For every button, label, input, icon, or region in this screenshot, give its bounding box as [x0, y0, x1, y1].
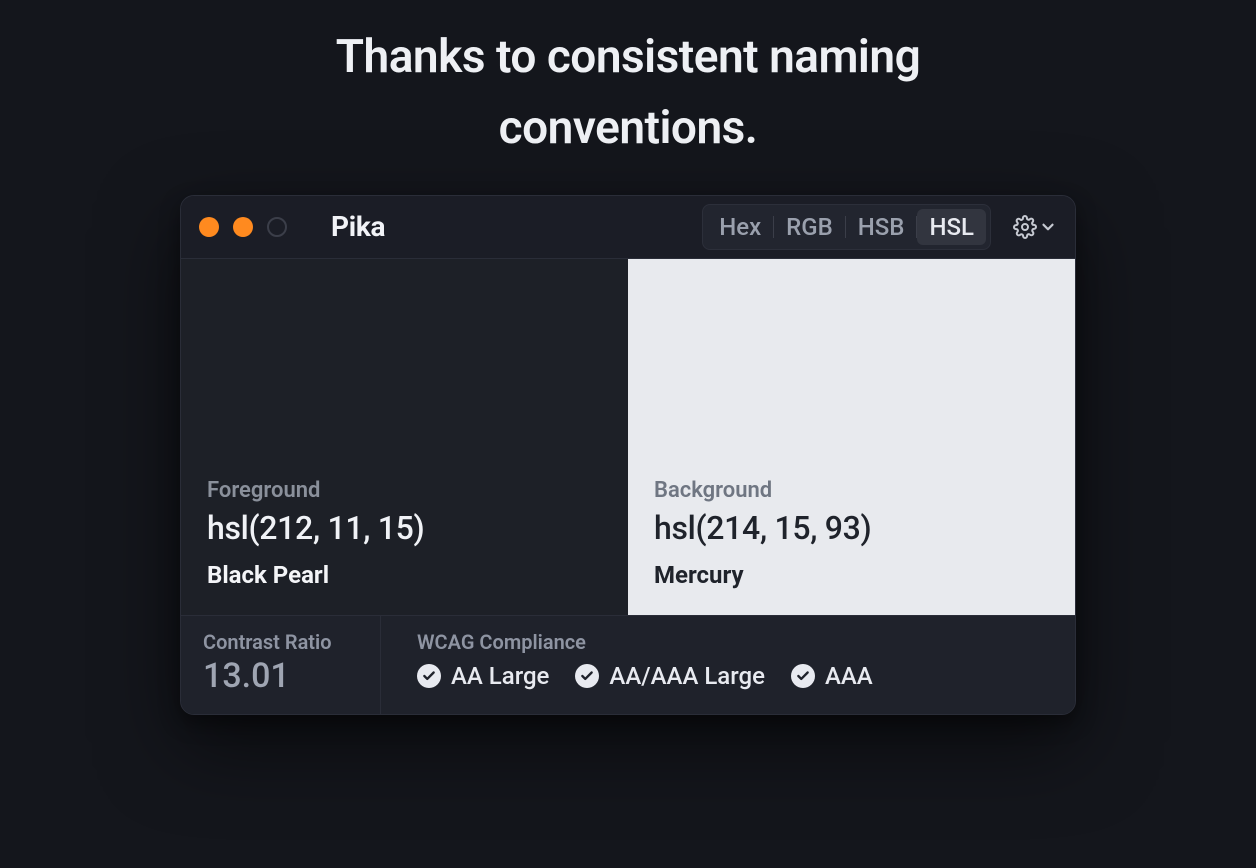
contrast-ratio-label: Contrast Ratio: [203, 630, 358, 654]
window-close-button[interactable]: [199, 217, 219, 237]
app-window: Pika Hex RGB HSB HSL: [180, 195, 1076, 715]
wcag-badge-label: AA/AAA Large: [609, 662, 765, 690]
background-swatch[interactable]: Background hsl(214, 15, 93) Mercury: [628, 259, 1075, 615]
gear-icon: [1013, 215, 1037, 239]
format-tab-hex[interactable]: Hex: [707, 209, 773, 245]
format-tab-hsb[interactable]: HSB: [846, 209, 917, 245]
wcag-badge-aa-large: AA Large: [417, 662, 549, 690]
page-root: Thanks to consistent naming conventions.…: [0, 0, 1256, 868]
foreground-color-name: Black Pearl: [207, 561, 602, 589]
contrast-ratio: Contrast Ratio 13.01: [181, 616, 381, 714]
format-tab-rgb[interactable]: RGB: [774, 209, 845, 245]
wcag-compliance: WCAG Compliance AA Large AA/AAA Large: [381, 616, 1075, 714]
wcag-badge-label: AA Large: [451, 662, 549, 690]
headline-line-2: conventions.: [336, 93, 921, 164]
check-icon: [417, 664, 441, 688]
wcag-badge-aa-aaa-large: AA/AAA Large: [575, 662, 765, 690]
wcag-badge-aaa: AAA: [791, 662, 873, 690]
background-value: hsl(214, 15, 93): [654, 509, 1049, 547]
contrast-ratio-value: 13.01: [203, 656, 358, 696]
page-headline: Thanks to consistent naming conventions.: [336, 22, 921, 165]
titlebar: Pika Hex RGB HSB HSL: [181, 196, 1075, 258]
wcag-label: WCAG Compliance: [417, 630, 1053, 654]
window-minimize-button[interactable]: [233, 217, 253, 237]
app-footer: Contrast Ratio 13.01 WCAG Compliance AA …: [181, 615, 1075, 714]
chevron-down-icon: [1039, 218, 1057, 236]
format-tab-hsl[interactable]: HSL: [917, 209, 986, 245]
background-label: Background: [654, 478, 1049, 503]
app-title: Pika: [331, 210, 385, 243]
foreground-swatch[interactable]: Foreground hsl(212, 11, 15) Black Pearl: [181, 259, 628, 615]
window-zoom-button[interactable]: [267, 217, 287, 237]
headline-line-1: Thanks to consistent naming: [336, 22, 921, 93]
format-tabs: Hex RGB HSB HSL: [702, 204, 991, 250]
background-color-name: Mercury: [654, 561, 1049, 589]
check-icon: [575, 664, 599, 688]
settings-button[interactable]: [1013, 215, 1057, 239]
check-icon: [791, 664, 815, 688]
foreground-label: Foreground: [207, 478, 602, 503]
foreground-value: hsl(212, 11, 15): [207, 509, 602, 547]
titlebar-actions: [1007, 215, 1057, 239]
swatches: Foreground hsl(212, 11, 15) Black Pearl …: [181, 258, 1075, 615]
traffic-lights: [199, 217, 287, 237]
wcag-badges: AA Large AA/AAA Large AAA: [417, 662, 1053, 690]
wcag-badge-label: AAA: [825, 662, 873, 690]
